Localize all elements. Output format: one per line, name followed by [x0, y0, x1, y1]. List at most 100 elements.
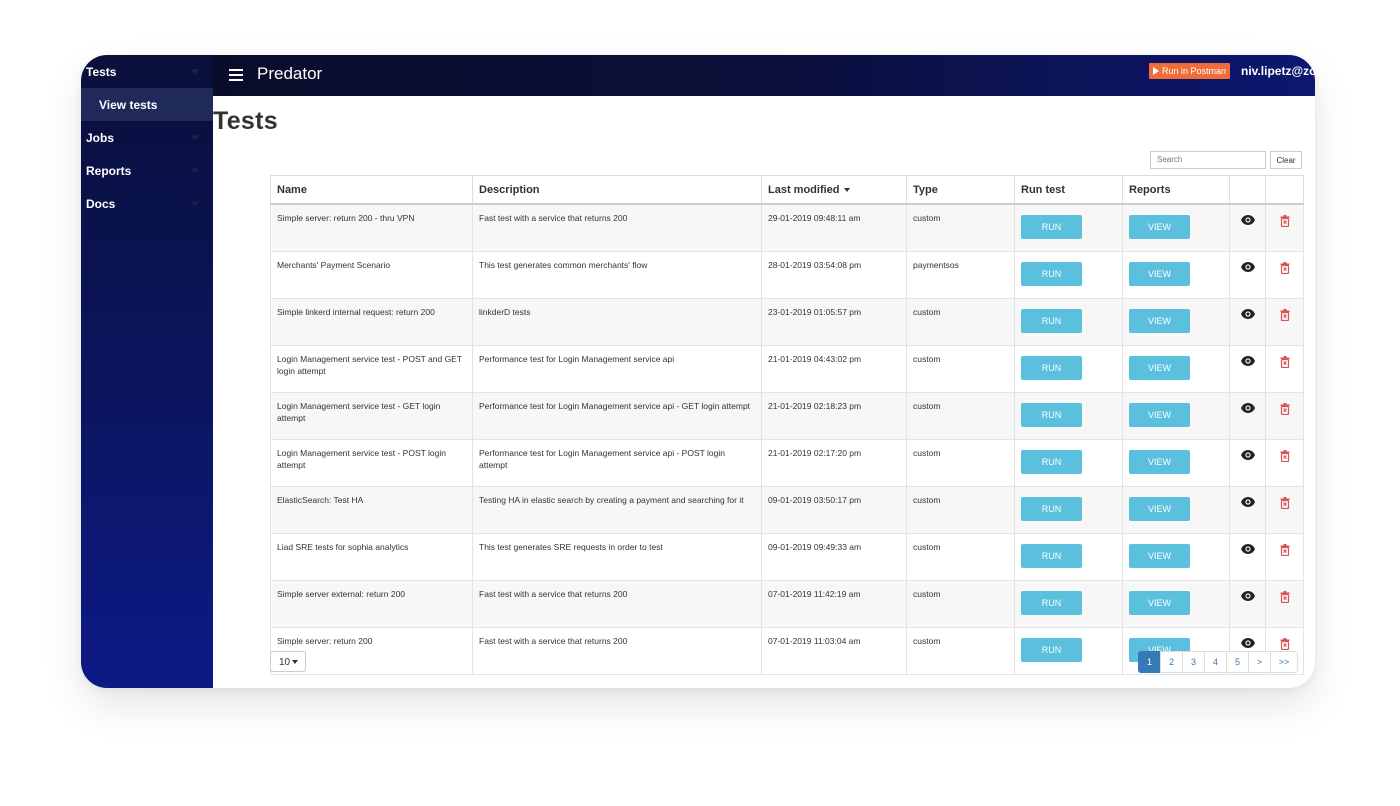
trash-icon[interactable]	[1280, 497, 1290, 512]
eye-icon[interactable]	[1240, 591, 1255, 604]
eye-icon[interactable]	[1240, 403, 1255, 416]
cell-reports: VIEW	[1122, 439, 1230, 487]
cell-last-modified: 21-01-2019 04:43:02 pm	[761, 345, 907, 393]
column-header-type[interactable]: Type	[906, 175, 1015, 205]
trash-icon[interactable]	[1280, 309, 1290, 324]
table-row: Login Management service test - POST log…	[270, 439, 1304, 487]
eye-icon[interactable]	[1240, 215, 1255, 228]
page-button[interactable]: >	[1248, 651, 1271, 673]
page-size-dropdown[interactable]: 10	[270, 651, 306, 672]
user-menu[interactable]: niv.lipetz@zo	[1241, 64, 1315, 78]
cell-delete	[1265, 533, 1304, 581]
sidebar-item-label: View tests	[99, 97, 158, 112]
run-button[interactable]: RUN	[1021, 450, 1082, 474]
cell-type: paymentsos	[906, 251, 1015, 299]
page-button[interactable]: >>	[1270, 651, 1298, 673]
eye-icon[interactable]	[1240, 309, 1255, 322]
sidebar-item-jobs[interactable]: Jobs	[81, 121, 213, 154]
view-report-button[interactable]: VIEW	[1129, 309, 1190, 333]
pagination: 1 2 3 4 5 > >>	[1138, 651, 1298, 673]
cell-view	[1229, 486, 1266, 534]
run-button[interactable]: RUN	[1021, 403, 1082, 427]
column-label: Run test	[1021, 183, 1065, 196]
cell-type: custom	[906, 203, 1015, 252]
trash-icon[interactable]	[1280, 591, 1290, 606]
chevron-down-icon	[191, 69, 199, 74]
cell-delete	[1265, 392, 1304, 440]
trash-icon[interactable]	[1280, 215, 1290, 230]
eye-icon[interactable]	[1240, 544, 1255, 557]
eye-icon[interactable]	[1240, 262, 1255, 275]
cell-description: This test generates common merchants' fl…	[472, 251, 762, 299]
cell-last-modified: 29-01-2019 09:48:11 am	[761, 203, 907, 252]
page-button[interactable]: 1	[1138, 651, 1161, 673]
sidebar-item-view-tests[interactable]: View tests	[81, 88, 213, 121]
eye-icon[interactable]	[1240, 356, 1255, 369]
run-button[interactable]: RUN	[1021, 356, 1082, 380]
run-button[interactable]: RUN	[1021, 544, 1082, 568]
clear-button[interactable]: Clear	[1270, 151, 1302, 169]
sidebar: Tests View tests Jobs Reports Docs	[81, 55, 213, 688]
cell-reports: VIEW	[1122, 298, 1230, 346]
run-button[interactable]: RUN	[1021, 497, 1082, 521]
play-icon	[1153, 67, 1159, 75]
sidebar-item-tests[interactable]: Tests	[81, 55, 213, 88]
cell-description: Fast test with a service that returns 20…	[472, 627, 762, 675]
cell-reports: VIEW	[1122, 203, 1230, 252]
trash-icon[interactable]	[1280, 356, 1290, 371]
cell-delete	[1265, 298, 1304, 346]
column-label: Description	[479, 183, 540, 196]
eye-icon[interactable]	[1240, 497, 1255, 510]
cell-type: custom	[906, 580, 1015, 628]
cell-delete	[1265, 580, 1304, 628]
run-in-postman-button[interactable]: Run in Postman	[1149, 63, 1231, 79]
menu-icon[interactable]	[229, 69, 243, 81]
table-row: Simple server external: return 200 Fast t…	[270, 580, 1304, 628]
cell-name: Liad SRE tests for sophia analytics	[270, 533, 473, 581]
trash-icon[interactable]	[1280, 403, 1290, 418]
view-report-button[interactable]: VIEW	[1129, 403, 1190, 427]
cell-last-modified: 21-01-2019 02:18:23 pm	[761, 392, 907, 440]
cell-delete	[1265, 345, 1304, 393]
table-row: Liad SRE tests for sophia analytics This …	[270, 533, 1304, 581]
cell-description: Performance test for Login Management se…	[472, 392, 762, 440]
run-button[interactable]: RUN	[1021, 638, 1082, 662]
view-report-button[interactable]: VIEW	[1129, 450, 1190, 474]
view-report-button[interactable]: VIEW	[1129, 591, 1190, 615]
run-button[interactable]: RUN	[1021, 309, 1082, 333]
page-title: Tests	[213, 107, 278, 135]
view-report-button[interactable]: VIEW	[1129, 544, 1190, 568]
column-header-name[interactable]: Name	[270, 175, 473, 205]
run-button[interactable]: RUN	[1021, 591, 1082, 615]
cell-type: custom	[906, 486, 1015, 534]
search-input[interactable]	[1150, 151, 1266, 169]
run-button[interactable]: RUN	[1021, 215, 1082, 239]
trash-icon[interactable]	[1280, 544, 1290, 559]
chevron-down-icon	[191, 201, 199, 206]
column-header-last-modified[interactable]: Last modified	[761, 175, 907, 205]
view-report-button[interactable]: VIEW	[1129, 356, 1190, 380]
view-report-button[interactable]: VIEW	[1129, 262, 1190, 286]
trash-icon[interactable]	[1280, 262, 1290, 277]
cell-type: custom	[906, 298, 1015, 346]
eye-icon[interactable]	[1240, 638, 1255, 651]
view-report-button[interactable]: VIEW	[1129, 497, 1190, 521]
column-header-run-test: Run test	[1014, 175, 1123, 205]
trash-icon[interactable]	[1280, 450, 1290, 465]
cell-name: Login Management service test - GET logi…	[270, 392, 473, 440]
page-button[interactable]: 2	[1160, 651, 1183, 673]
page-button[interactable]: 5	[1226, 651, 1249, 673]
run-button[interactable]: RUN	[1021, 262, 1082, 286]
sidebar-item-label: Docs	[86, 196, 116, 211]
eye-icon[interactable]	[1240, 450, 1255, 463]
sidebar-item-label: Jobs	[86, 130, 115, 145]
sidebar-item-docs[interactable]: Docs	[81, 187, 213, 220]
app-title: Predator	[257, 64, 323, 83]
page-button[interactable]: 3	[1182, 651, 1205, 673]
column-header-description[interactable]: Description	[472, 175, 762, 205]
cell-last-modified: 28-01-2019 03:54:08 pm	[761, 251, 907, 299]
view-report-button[interactable]: VIEW	[1129, 215, 1190, 239]
cell-run: RUN	[1014, 439, 1123, 487]
sidebar-item-reports[interactable]: Reports	[81, 154, 213, 187]
page-button[interactable]: 4	[1204, 651, 1227, 673]
